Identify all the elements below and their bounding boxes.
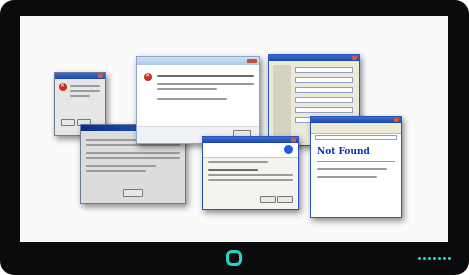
divider	[317, 161, 395, 162]
message-line	[208, 161, 268, 163]
message-line	[86, 165, 156, 167]
message-line	[86, 157, 180, 159]
close-icon[interactable]	[247, 59, 257, 63]
dialog-button[interactable]	[260, 196, 276, 203]
message-line	[86, 152, 180, 154]
message-line	[157, 88, 217, 90]
form-field[interactable]	[295, 107, 353, 113]
address-bar[interactable]	[315, 135, 397, 140]
title-bar[interactable]	[269, 55, 359, 61]
speaker-dot	[418, 257, 421, 260]
tablet-frame: Not Found	[0, 0, 469, 275]
title-bar[interactable]	[137, 57, 259, 65]
message-line	[208, 169, 258, 171]
speaker-dot	[433, 257, 436, 260]
browser-toolbar	[311, 123, 401, 134]
error-icon	[59, 82, 67, 91]
speaker-dot	[443, 257, 446, 260]
speaker-dot	[448, 257, 451, 260]
speaker-dots	[418, 257, 451, 260]
message-line	[157, 83, 254, 85]
message-line	[317, 168, 387, 170]
form-label-column	[273, 65, 291, 141]
ie-logo-icon	[284, 145, 293, 154]
speaker-dot	[428, 257, 431, 260]
error-icon	[144, 72, 152, 81]
xp-info-dialog	[202, 136, 299, 210]
dialog-button[interactable]	[61, 119, 75, 126]
vista-error-dialog	[136, 56, 260, 144]
message-line	[208, 179, 293, 181]
speaker-dot	[438, 257, 441, 260]
form-field[interactable]	[295, 67, 353, 73]
close-icon[interactable]	[98, 74, 103, 78]
message-line	[208, 174, 293, 176]
close-icon[interactable]	[352, 56, 357, 60]
message-line	[317, 176, 377, 178]
browser-window: Not Found	[310, 116, 402, 218]
message-line	[86, 144, 180, 146]
message-line	[157, 98, 227, 100]
form-field[interactable]	[295, 87, 353, 93]
close-icon[interactable]	[291, 138, 296, 142]
dialog-button[interactable]	[277, 196, 293, 203]
message-line	[157, 75, 254, 77]
message-line	[70, 90, 100, 92]
close-icon[interactable]	[394, 118, 399, 122]
form-field[interactable]	[295, 77, 353, 83]
message-line	[86, 170, 146, 172]
page-heading: Not Found	[317, 147, 370, 157]
home-button[interactable]	[226, 250, 242, 266]
message-line	[70, 85, 100, 87]
tablet-screen: Not Found	[20, 16, 448, 242]
speaker-dot	[423, 257, 426, 260]
form-field[interactable]	[295, 97, 353, 103]
dialog-button[interactable]	[123, 189, 143, 197]
message-line	[70, 95, 90, 97]
title-bar[interactable]	[55, 73, 105, 79]
